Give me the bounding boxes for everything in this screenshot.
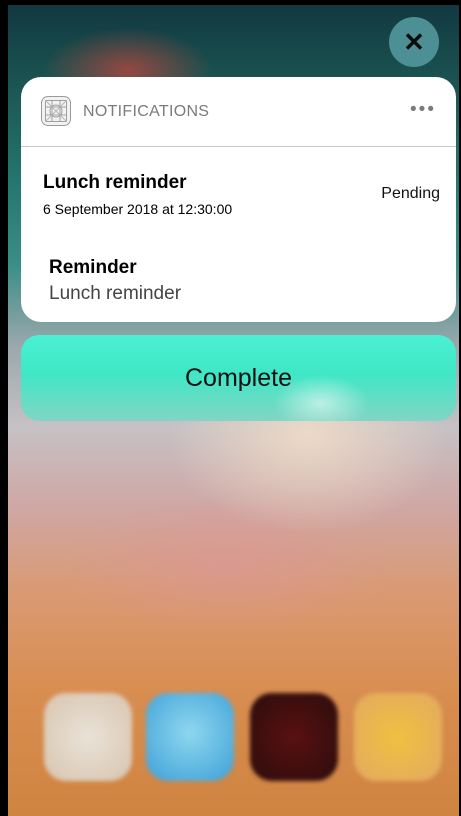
app-grid-icon	[41, 96, 71, 126]
notification-title: Lunch reminder	[43, 172, 187, 193]
close-button[interactable]: ✕	[389, 17, 439, 67]
complete-button[interactable]: Complete	[21, 335, 456, 421]
dock-app-icon	[44, 693, 132, 781]
detail-label: Reminder	[49, 257, 137, 278]
notification-card[interactable]: NOTIFICATIONS ••• Lunch reminder 6 Septe…	[21, 77, 456, 322]
screen: ✕ NOTIFICATIONS ••• Lunch reminder 6 Sep…	[8, 5, 459, 816]
complete-button-label: Complete	[185, 363, 292, 392]
notification-header: NOTIFICATIONS •••	[21, 77, 456, 147]
detail-value: Lunch reminder	[49, 283, 182, 304]
close-icon: ✕	[403, 27, 425, 57]
app-name: NOTIFICATIONS	[83, 103, 210, 120]
notification-timestamp: 6 September 2018 at 12:30:00	[43, 201, 233, 217]
more-options-button[interactable]: •••	[402, 95, 444, 125]
dock-app-icon	[250, 693, 338, 781]
status-label: Pending	[381, 185, 440, 202]
dock-app-icon	[354, 693, 442, 781]
dock-app-icon	[146, 693, 234, 781]
ellipsis-icon: •••	[410, 99, 436, 120]
